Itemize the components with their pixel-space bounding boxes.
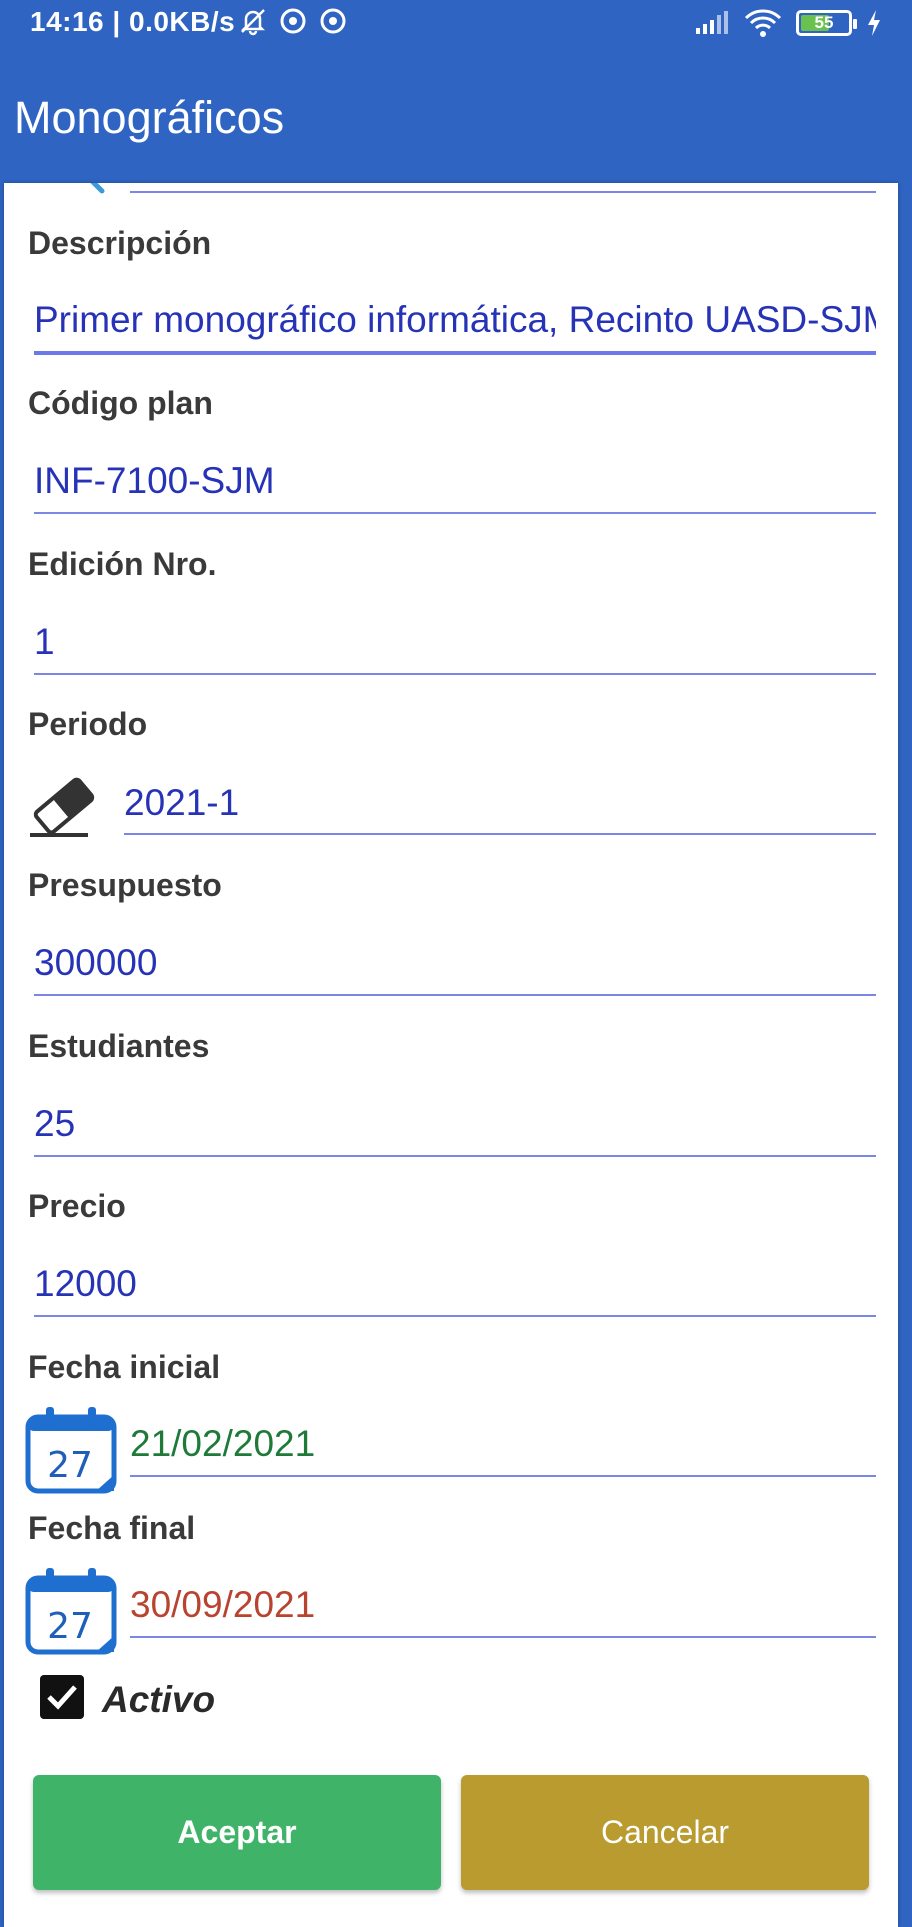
cancel-button[interactable]: Cancelar	[461, 1775, 869, 1890]
codigo-plan-input[interactable]: INF-7100-SJM	[34, 460, 876, 502]
fecha-final-label: Fecha final	[28, 1510, 196, 1546]
eraser-icon[interactable]	[26, 771, 102, 841]
presupuesto-underline	[34, 994, 876, 996]
calendar-day-text-end: 27	[47, 1606, 93, 1647]
signal-icon	[696, 11, 728, 34]
estudiantes-underline	[34, 1155, 876, 1157]
calendar-icon[interactable]: 27	[24, 1405, 118, 1495]
battery-icon: 55	[796, 10, 857, 36]
presupuesto-label: Presupuesto	[28, 867, 222, 903]
activo-label[interactable]: Activo	[102, 1679, 215, 1721]
status-bar: 14:16 | 0.0KB/s 55	[0, 0, 912, 44]
battery-level: 55	[814, 13, 834, 32]
estudiantes-input[interactable]: 25	[34, 1103, 876, 1145]
fecha-final-underline	[130, 1636, 876, 1638]
edicion-underline	[34, 673, 876, 675]
clip-icon	[90, 183, 105, 194]
estudiantes-label: Estudiantes	[28, 1028, 210, 1064]
periodo-input[interactable]: 2021-1	[124, 782, 876, 824]
sync-icon-2	[320, 8, 346, 34]
field-underline	[130, 191, 876, 193]
page-title: Monográficos	[14, 92, 285, 143]
fecha-final-input[interactable]: 30/09/2021	[130, 1584, 876, 1626]
periodo-underline	[124, 833, 876, 835]
descripcion-input[interactable]: Primer monográfico informática, Recinto …	[34, 299, 876, 341]
precio-input[interactable]: 12000	[34, 1263, 876, 1305]
bell-off-icon	[240, 9, 266, 36]
status-time: 14:16 | 0.0KB/s	[30, 6, 236, 37]
calendar-icon-end[interactable]: 27	[24, 1566, 118, 1656]
activo-checkbox[interactable]	[40, 1675, 84, 1719]
edicion-label: Edición Nro.	[28, 546, 217, 582]
calendar-day-text: 27	[47, 1445, 93, 1486]
codigo-plan-underline	[34, 512, 876, 514]
fecha-inicial-underline	[130, 1475, 876, 1477]
precio-underline	[34, 1315, 876, 1317]
descripcion-underline	[34, 351, 876, 355]
edicion-input[interactable]: 1	[34, 621, 876, 663]
accept-button[interactable]: Aceptar	[33, 1775, 441, 1890]
fecha-inicial-input[interactable]: 21/02/2021	[130, 1423, 876, 1465]
descripcion-label: Descripción	[28, 225, 212, 261]
periodo-label: Periodo	[28, 706, 148, 742]
charging-icon	[868, 10, 880, 36]
form-sheet[interactable]: Descripción Primer monográfico informáti…	[4, 183, 898, 1927]
sync-icon	[280, 8, 306, 34]
fecha-inicial-label: Fecha inicial	[28, 1349, 221, 1385]
codigo-plan-label: Código plan	[28, 385, 213, 421]
wifi-icon	[744, 9, 782, 37]
precio-label: Precio	[28, 1188, 126, 1224]
app-bar: Monográficos	[0, 44, 912, 184]
presupuesto-input[interactable]: 300000	[34, 942, 876, 984]
check-icon	[47, 1685, 77, 1710]
